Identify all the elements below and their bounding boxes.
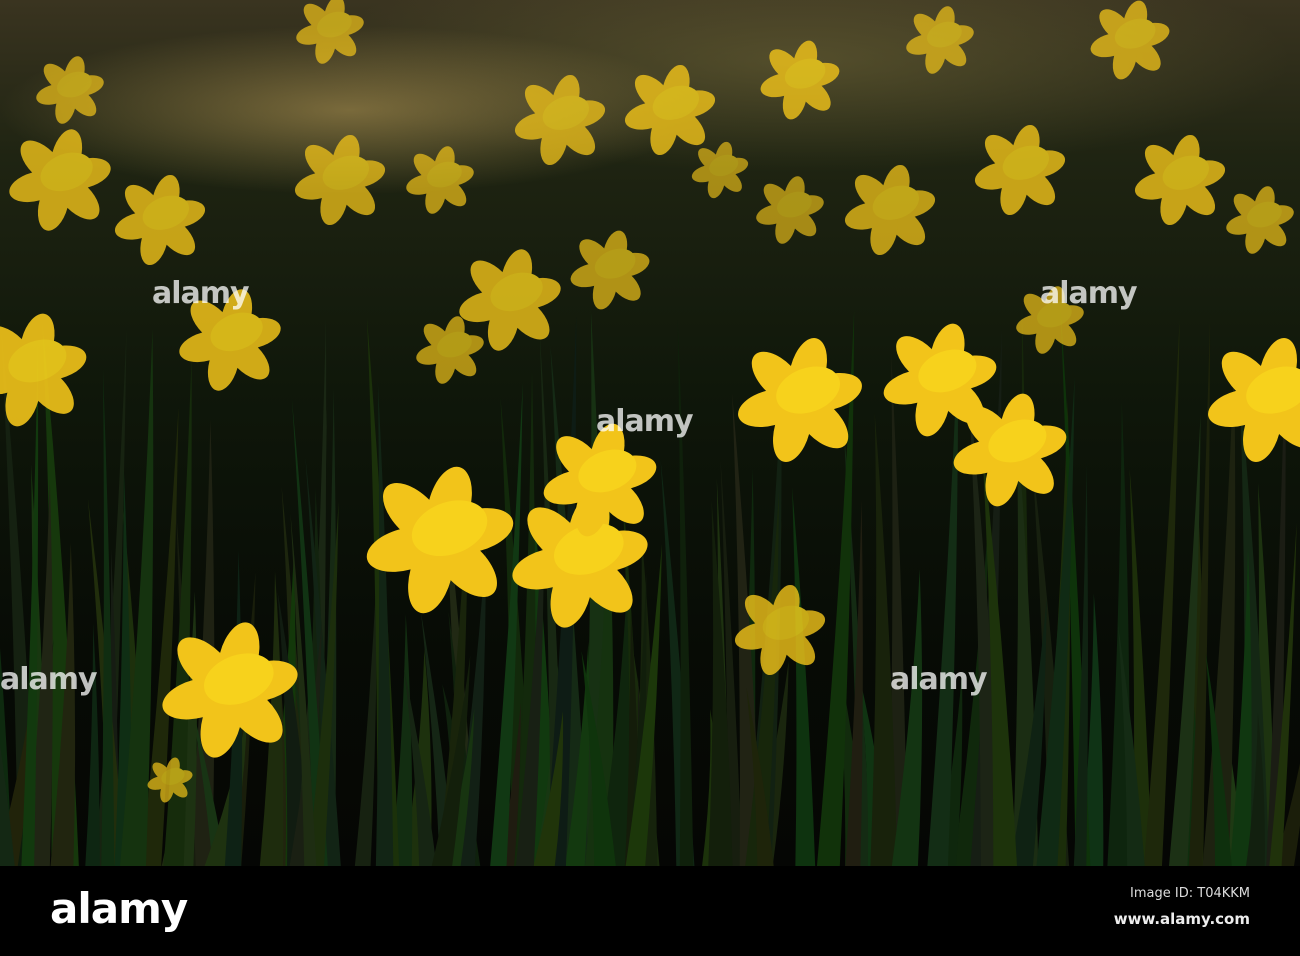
daffodil-flower — [624, 64, 716, 156]
daffodil-flower — [416, 316, 484, 384]
daffodil-flower — [570, 230, 650, 310]
daffodil-flower — [756, 176, 824, 244]
watermark: alamy — [596, 404, 694, 439]
daffodil-flower — [296, 0, 364, 64]
leaf — [792, 487, 816, 866]
image-id: Image ID: T04KKM — [1130, 886, 1250, 901]
daffodil-flower — [0, 313, 87, 427]
watermark: alamy — [1040, 276, 1138, 311]
watermark: alamy — [0, 662, 98, 697]
leaf — [354, 571, 377, 866]
daffodil-flower — [844, 164, 936, 256]
daffodil-flower — [514, 74, 606, 166]
daffodil-flower — [36, 56, 104, 124]
watermark: alamy — [890, 662, 988, 697]
daffodil-flower — [906, 6, 974, 74]
daffodil-photo: alamy alamy alamy alamy alamy — [0, 0, 1300, 866]
daffodil-flower — [1226, 186, 1294, 254]
alamy-logo: alamy — [50, 884, 188, 933]
daffodil-flower — [9, 129, 111, 231]
daffodil-flower — [691, 141, 749, 199]
footer-bar: alamy Image ID: T04KKM www.alamy.com — [0, 866, 1300, 956]
daffodil-flower — [294, 134, 386, 226]
daffodil-flower — [760, 40, 840, 120]
leaf — [85, 622, 100, 866]
website-url: www.alamy.com — [1113, 910, 1250, 928]
daffodil-flower — [1090, 0, 1170, 80]
daffodil-flower — [974, 124, 1066, 216]
daffodil-flower — [738, 338, 862, 462]
daffodil-flower — [406, 146, 474, 214]
leaf — [1143, 317, 1180, 866]
daffodil-flower — [114, 174, 206, 266]
daffodil-flower — [1134, 134, 1226, 226]
watermark: alamy — [152, 276, 250, 311]
